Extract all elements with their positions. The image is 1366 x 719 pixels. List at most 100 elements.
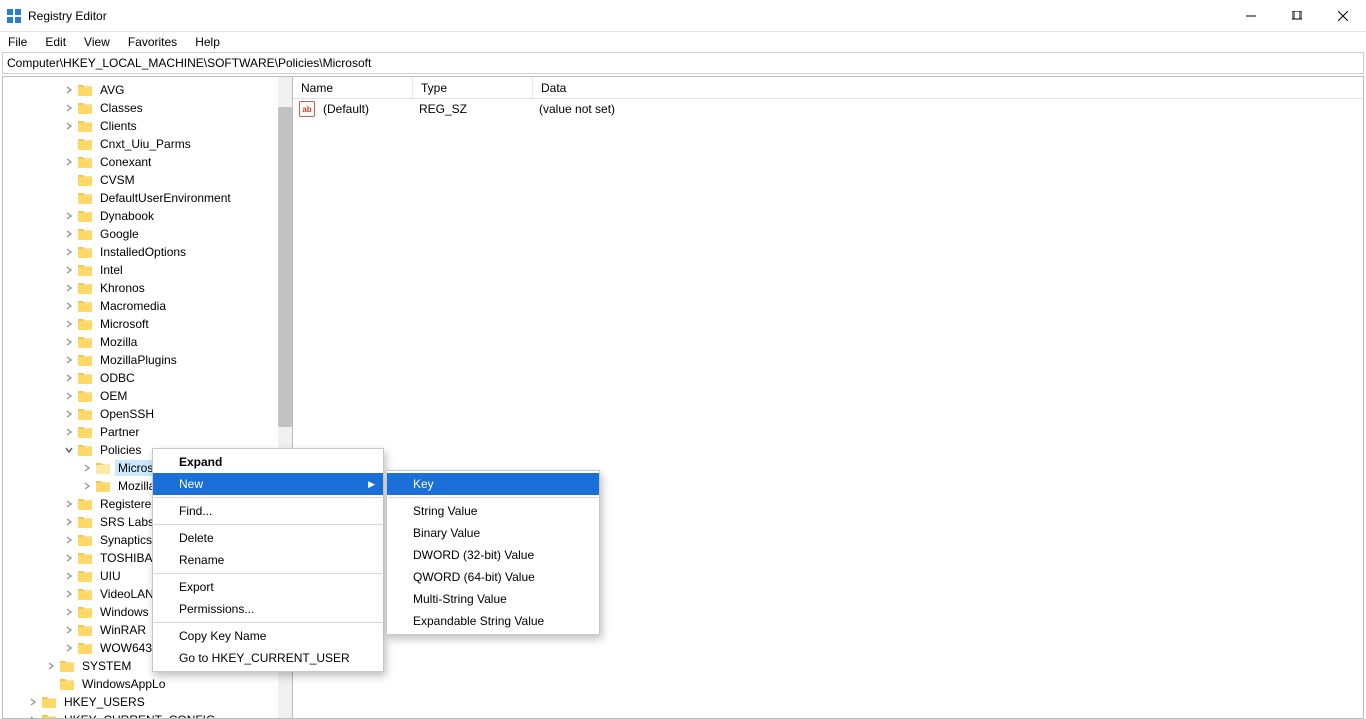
tree-node[interactable]: HKEY_CURRENT_CONFIG xyxy=(3,711,292,718)
menu-item-find[interactable]: Find... xyxy=(153,500,383,522)
tree-node-label: Dynabook xyxy=(97,208,157,224)
chevron-right-icon[interactable] xyxy=(27,714,39,718)
chevron-right-icon[interactable] xyxy=(63,318,75,330)
chevron-none xyxy=(63,174,75,186)
chevron-right-icon[interactable] xyxy=(63,246,75,258)
tree-node[interactable]: Dynabook xyxy=(3,207,292,225)
address-path: Computer\HKEY_LOCAL_MACHINE\SOFTWARE\Pol… xyxy=(7,56,371,70)
chevron-right-icon[interactable] xyxy=(63,336,75,348)
chevron-right-icon[interactable] xyxy=(63,102,75,114)
menu-item-string-value[interactable]: String Value xyxy=(387,500,599,522)
chevron-right-icon[interactable] xyxy=(63,354,75,366)
chevron-right-icon[interactable] xyxy=(63,588,75,600)
chevron-right-icon[interactable] xyxy=(63,624,75,636)
chevron-right-icon[interactable] xyxy=(63,516,75,528)
tree-node[interactable]: Classes xyxy=(3,99,292,117)
chevron-right-icon[interactable] xyxy=(63,372,75,384)
context-submenu-new: Key String ValueBinary ValueDWORD (32-bit… xyxy=(386,470,600,635)
tree-node-label: Microsoft xyxy=(97,316,152,332)
tree-node-label: Khronos xyxy=(97,280,148,296)
folder-icon xyxy=(77,101,93,115)
tree-node[interactable]: MozillaPlugins xyxy=(3,351,292,369)
chevron-right-icon[interactable] xyxy=(63,606,75,618)
tree-node[interactable]: Microsoft xyxy=(3,315,292,333)
chevron-right-icon[interactable] xyxy=(63,498,75,510)
chevron-right-icon[interactable] xyxy=(27,696,39,708)
chevron-right-icon[interactable] xyxy=(45,660,57,672)
tree-node[interactable]: Mozilla xyxy=(3,333,292,351)
tree-node[interactable]: OpenSSH xyxy=(3,405,292,423)
tree-node-label: Macromedia xyxy=(97,298,169,314)
col-header-name[interactable]: Name xyxy=(293,77,413,98)
menu-item-go-to-hkey-current-user[interactable]: Go to HKEY_CURRENT_USER xyxy=(153,647,383,669)
menu-item-delete[interactable]: Delete xyxy=(153,527,383,549)
address-bar[interactable]: Computer\HKEY_LOCAL_MACHINE\SOFTWARE\Pol… xyxy=(2,52,1364,74)
value-column-headers[interactable]: Name Type Data xyxy=(293,77,1363,99)
menu-item-key[interactable]: Key xyxy=(387,473,599,495)
tree-node[interactable]: CVSM xyxy=(3,171,292,189)
tree-node[interactable]: AVG xyxy=(3,81,292,99)
menu-item-multi-string-value[interactable]: Multi-String Value xyxy=(387,588,599,610)
chevron-right-icon[interactable] xyxy=(63,408,75,420)
tree-node[interactable]: InstalledOptions xyxy=(3,243,292,261)
chevron-right-icon[interactable] xyxy=(81,480,93,492)
chevron-right-icon[interactable] xyxy=(63,426,75,438)
chevron-right-icon[interactable] xyxy=(63,390,75,402)
chevron-right-icon[interactable] xyxy=(63,552,75,564)
menu-item-rename[interactable]: Rename xyxy=(153,549,383,571)
value-list[interactable]: ab(Default)REG_SZ(value not set) xyxy=(293,99,1363,119)
menu-item-binary-value[interactable]: Binary Value xyxy=(387,522,599,544)
close-button[interactable] xyxy=(1320,0,1366,32)
menu-item-copy-key-name[interactable]: Copy Key Name xyxy=(153,625,383,647)
chevron-right-icon[interactable] xyxy=(63,282,75,294)
chevron-right-icon[interactable] xyxy=(63,228,75,240)
tree-node[interactable]: Macromedia xyxy=(3,297,292,315)
tree-node[interactable]: Conexant xyxy=(3,153,292,171)
chevron-right-icon[interactable] xyxy=(63,156,75,168)
menu-item-new[interactable]: New▶ xyxy=(153,473,383,495)
folder-icon xyxy=(59,659,75,673)
tree-node[interactable]: HKEY_USERS xyxy=(3,693,292,711)
col-header-type[interactable]: Type xyxy=(413,77,533,98)
minimize-button[interactable] xyxy=(1228,0,1274,32)
tree-node[interactable]: ODBC xyxy=(3,369,292,387)
chevron-right-icon[interactable] xyxy=(63,642,75,654)
tree-node[interactable]: Intel xyxy=(3,261,292,279)
chevron-right-icon[interactable] xyxy=(63,534,75,546)
tree-node[interactable]: OEM xyxy=(3,387,292,405)
tree-node[interactable]: Google xyxy=(3,225,292,243)
menu-view[interactable]: View xyxy=(82,35,112,49)
menu-item-dword-32-bit-value[interactable]: DWORD (32-bit) Value xyxy=(387,544,599,566)
tree-node[interactable]: WindowsAppLockerCache xyxy=(3,675,292,693)
value-row[interactable]: ab(Default)REG_SZ(value not set) xyxy=(293,99,1363,119)
tree-node[interactable]: Khronos xyxy=(3,279,292,297)
menu-favorites[interactable]: Favorites xyxy=(126,35,179,49)
tree-node[interactable]: Partner xyxy=(3,423,292,441)
folder-icon xyxy=(77,533,93,547)
menu-item-expand[interactable]: Expand xyxy=(153,451,383,473)
tree-node[interactable]: DefaultUserEnvironment xyxy=(3,189,292,207)
tree-node-label: Classes xyxy=(97,100,146,116)
col-header-data[interactable]: Data xyxy=(533,77,813,98)
menu-item-qword-64-bit-value[interactable]: QWORD (64-bit) Value xyxy=(387,566,599,588)
menu-help[interactable]: Help xyxy=(193,35,222,49)
menu-file[interactable]: File xyxy=(6,35,29,49)
menu-separator xyxy=(154,497,382,498)
menu-item-export[interactable]: Export xyxy=(153,576,383,598)
chevron-right-icon[interactable] xyxy=(63,210,75,222)
chevron-right-icon[interactable] xyxy=(63,84,75,96)
chevron-right-icon[interactable] xyxy=(63,300,75,312)
chevron-right-icon[interactable] xyxy=(63,120,75,132)
scroll-thumb[interactable] xyxy=(278,107,292,427)
chevron-down-icon[interactable] xyxy=(63,444,75,456)
chevron-right-icon[interactable] xyxy=(63,264,75,276)
maximize-button[interactable] xyxy=(1274,0,1320,32)
menu-item-expandable-string-value[interactable]: Expandable String Value xyxy=(387,610,599,632)
tree-node[interactable]: Cnxt_Uiu_Parms xyxy=(3,135,292,153)
chevron-right-icon[interactable] xyxy=(81,462,93,474)
folder-icon xyxy=(77,389,93,403)
menu-item-permissions[interactable]: Permissions... xyxy=(153,598,383,620)
tree-node[interactable]: Clients xyxy=(3,117,292,135)
menu-edit[interactable]: Edit xyxy=(43,35,68,49)
chevron-right-icon[interactable] xyxy=(63,570,75,582)
